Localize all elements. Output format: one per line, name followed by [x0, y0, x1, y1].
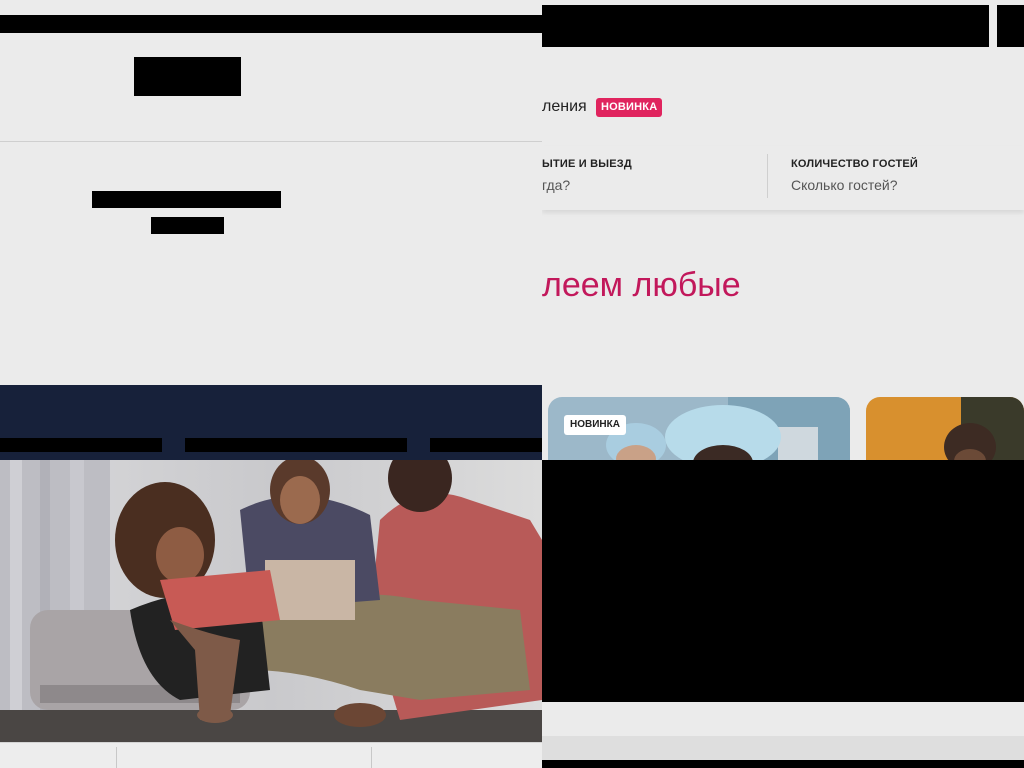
redacted-title — [92, 191, 281, 208]
guests-field-value: Сколько гостей? — [791, 177, 898, 193]
footer-strip — [542, 736, 1024, 760]
guests-field[interactable]: КОЛИЧЕСТВО ГОСТЕЙ Сколько гостей? — [768, 146, 1024, 210]
tab-separator — [116, 747, 117, 768]
redacted-header-bar — [542, 5, 989, 47]
listing-card[interactable] — [866, 397, 1024, 467]
right-panel: ления НОВИНКА ЫТИЕ И ВЫЕЗД гда? КОЛИЧЕСТ… — [542, 0, 1024, 768]
listing-card[interactable]: НОВИНКА — [548, 397, 850, 467]
redacted-content — [542, 460, 1024, 702]
new-badge: НОВИНКА — [564, 415, 626, 435]
divider — [0, 141, 542, 142]
new-badge: НОВИНКА — [596, 98, 663, 117]
redacted-bottom-bar — [542, 760, 1024, 768]
redacted-nav-item[interactable] — [185, 438, 407, 452]
search-bar: ЫТИЕ И ВЫЕЗД гда? КОЛИЧЕСТВО ГОСТЕЙ Скол… — [542, 146, 1024, 210]
redacted-nav-item[interactable] — [0, 438, 162, 452]
navigation-bar — [0, 385, 542, 460]
page-headline: леем любые — [542, 266, 741, 304]
dates-field-value: гда? — [542, 177, 571, 193]
guests-field-label: КОЛИЧЕСТВО ГОСТЕЙ — [791, 158, 919, 170]
redacted-top-bar — [0, 15, 542, 33]
bottom-tab-strip — [0, 742, 542, 768]
tab-separator — [371, 747, 372, 768]
left-panel — [0, 0, 542, 768]
dates-field-label: ЫТИЕ И ВЫЕЗД — [542, 158, 632, 170]
dates-field[interactable]: ЫТИЕ И ВЫЕЗД гда? — [542, 146, 766, 210]
family-photo — [0, 460, 542, 742]
redacted-nav-item[interactable] — [430, 438, 542, 452]
nav-item-label[interactable]: ления — [542, 98, 587, 116]
redacted-subtitle — [151, 217, 224, 234]
redacted-logo — [134, 57, 241, 96]
footer-area — [542, 702, 1024, 768]
card-photo — [866, 397, 1024, 467]
redacted-header-button[interactable] — [997, 5, 1024, 47]
